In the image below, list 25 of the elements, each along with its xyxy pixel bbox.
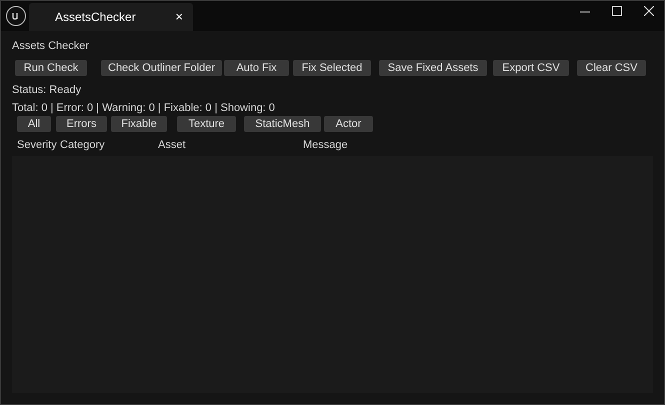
action-button[interactable]: Run Check xyxy=(15,60,87,76)
summary-text: Total: 0 | Error: 0 | Warning: 0 | Fixable: 0 | Showing: 0 xyxy=(12,101,276,115)
status-text: Status: Ready xyxy=(12,83,82,97)
filter-button[interactable]: Actor xyxy=(324,116,373,132)
maximize-icon[interactable] xyxy=(612,6,622,16)
column-header[interactable]: Severity xyxy=(17,136,60,154)
filter-button[interactable]: Fixable xyxy=(111,116,167,132)
action-button[interactable]: Auto Fix xyxy=(224,60,289,76)
document-tab[interactable]: AssetsChecker × xyxy=(29,3,193,31)
column-header[interactable]: Message xyxy=(303,136,403,154)
action-button[interactable]: Fix Selected xyxy=(293,60,371,76)
close-icon[interactable] xyxy=(644,6,654,16)
close-tab-button[interactable]: × xyxy=(175,7,183,27)
engine-logo-icon xyxy=(6,6,26,26)
panel-title: Assets Checker xyxy=(12,39,90,53)
filter-button[interactable]: Errors xyxy=(56,116,107,132)
action-button[interactable]: Check Outliner Folder xyxy=(101,60,222,76)
filter-button[interactable]: StaticMesh xyxy=(244,116,321,132)
column-header[interactable]: Category xyxy=(60,136,158,154)
action-button[interactable]: Save Fixed Assets xyxy=(379,60,487,76)
filter-button[interactable]: All xyxy=(17,116,51,132)
action-button[interactable]: Clear CSV xyxy=(577,60,646,76)
filter-button[interactable]: Texture xyxy=(177,116,236,132)
column-header[interactable]: Asset xyxy=(158,136,303,154)
action-button[interactable]: Export CSV xyxy=(493,60,569,76)
